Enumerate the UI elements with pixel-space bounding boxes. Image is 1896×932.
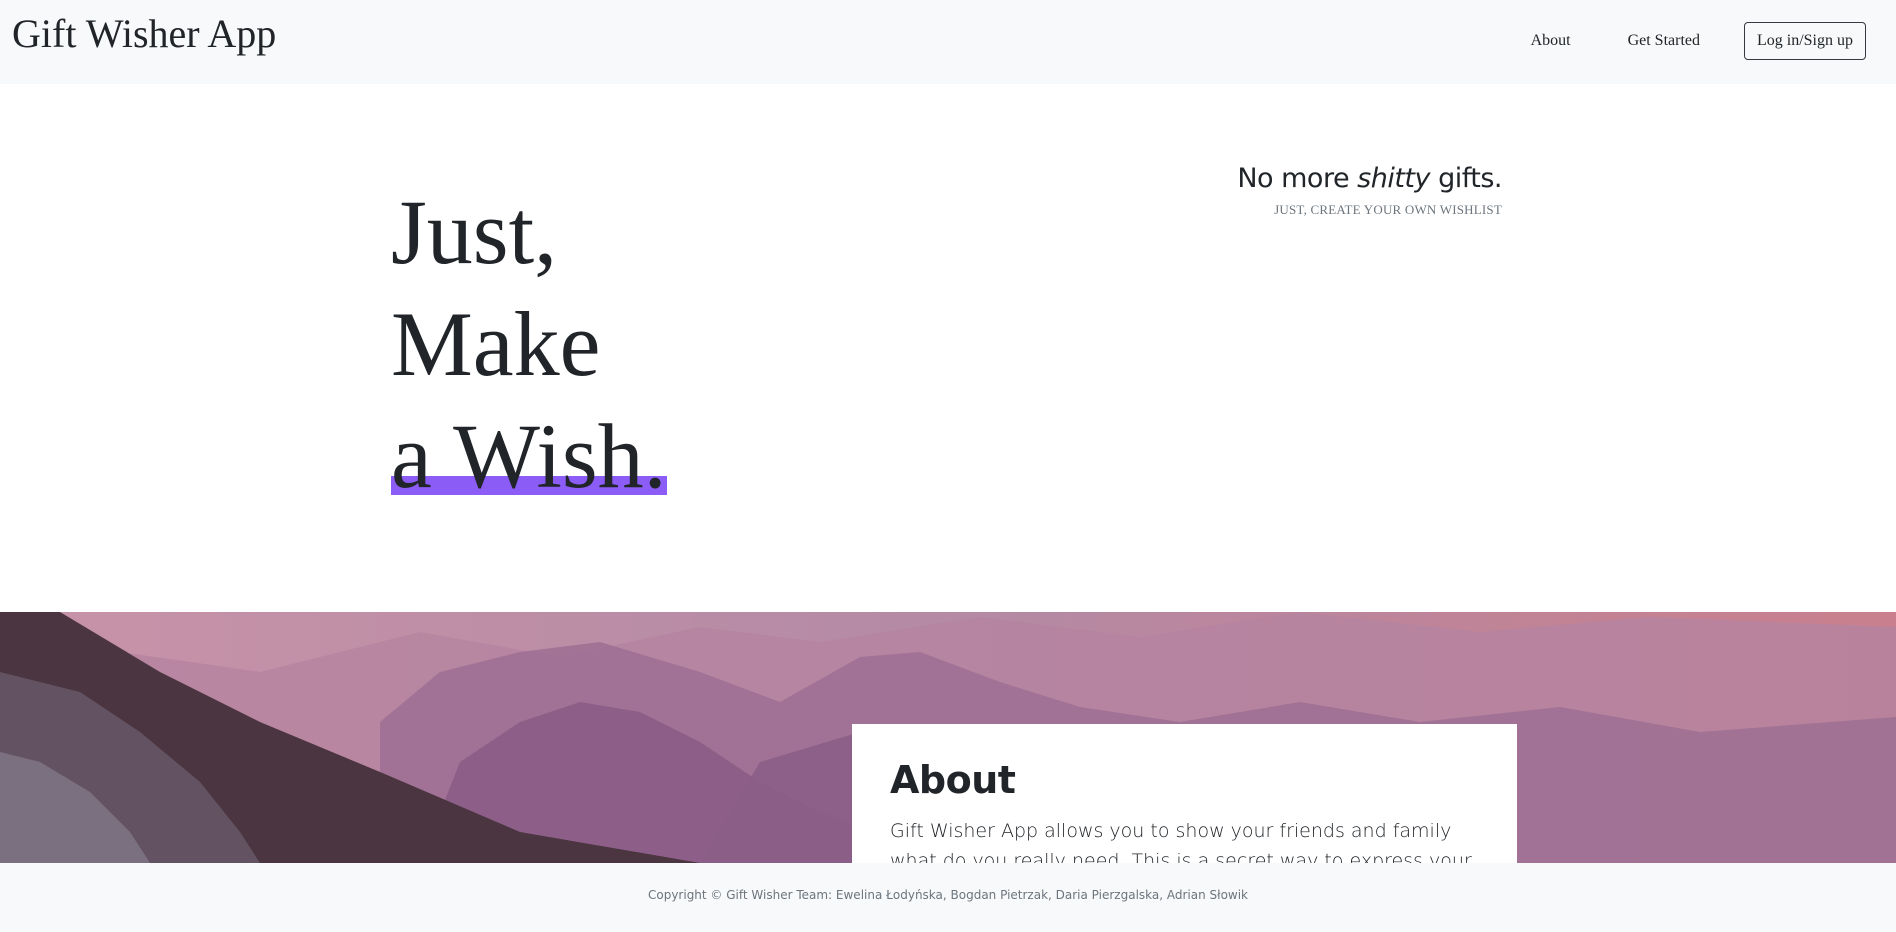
- top-navbar: Gift Wisher App About Get Started Log in…: [0, 0, 1896, 84]
- nav-link-about[interactable]: About: [1531, 32, 1571, 50]
- nav-links: About Get Started Log in/Sign up: [1531, 22, 1866, 60]
- tagline-subtitle: JUST, CREATE YOUR OWN WISHLIST: [1274, 202, 1502, 217]
- login-signup-button[interactable]: Log in/Sign up: [1743, 22, 1866, 60]
- hero-line-1: Just,: [391, 181, 558, 283]
- hero-line-3: a Wish.: [391, 400, 667, 512]
- footer: Copyright © Gift Wisher Team: Ewelina Ło…: [0, 863, 1896, 932]
- hero-line-2: Make: [391, 293, 601, 395]
- nav-link-get-started[interactable]: Get Started: [1628, 32, 1700, 50]
- brand-logo[interactable]: Gift Wisher App: [12, 10, 276, 58]
- hero-headline: Just, Make a Wish.: [391, 176, 667, 512]
- about-heading: About: [890, 758, 1016, 802]
- hero-section: Just, Make a Wish. No more shitty gifts.…: [0, 84, 1896, 612]
- tagline-heading: No more shitty gifts.: [1237, 163, 1502, 194]
- tagline-block: No more shitty gifts. JUST, CREATE YOUR …: [1237, 163, 1502, 218]
- copyright-text: Copyright © Gift Wisher Team: Ewelina Ło…: [647, 887, 1249, 902]
- highlighted-text: a Wish.: [391, 400, 667, 512]
